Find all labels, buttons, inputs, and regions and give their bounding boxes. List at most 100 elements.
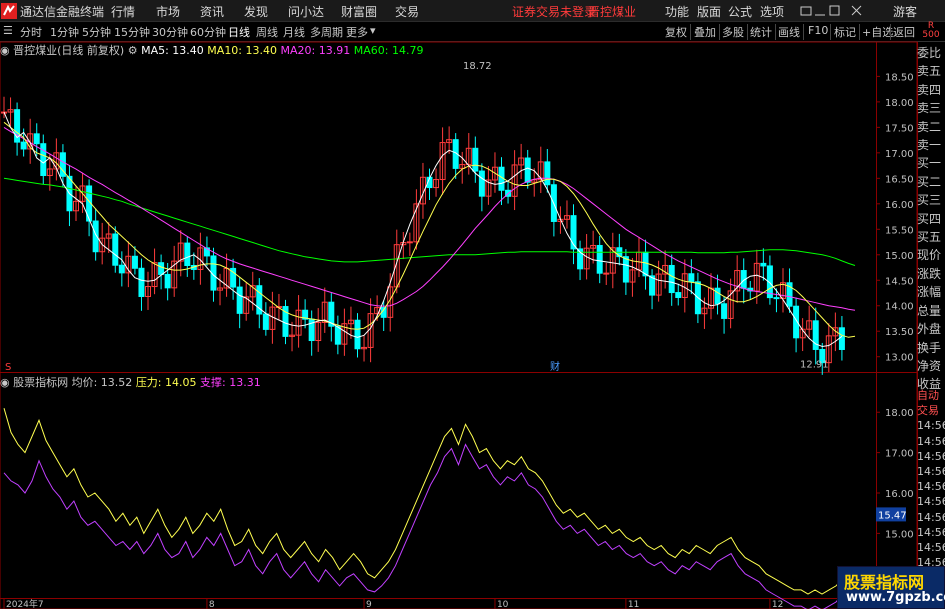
candle-body [544,161,551,186]
watermark-logo: 股票指标网 www.7gpzb.com [837,566,945,609]
y-tick-label: 14.50 [885,276,914,287]
ma20-label: MA20: 13.91 [280,44,351,57]
candle-body [642,251,649,277]
candle-body [262,313,269,330]
y-tick-label: 17.50 [885,123,914,134]
candle-body [184,242,191,266]
ind-y-tick-label: 17.00 [885,449,914,460]
y-tick-label: 13.00 [885,353,914,364]
y-tick-label: 17.00 [885,149,914,160]
quote-label: 涨幅 [917,285,942,300]
quote-label: 卖五 [917,64,942,79]
candle-body [478,170,485,197]
trade-label[interactable]: 自动 [917,388,945,403]
candle-body [472,147,479,172]
candle-body [406,241,413,244]
pressure-label: 压力: 14.05 [135,376,197,389]
y-tick-label: 16.00 [885,200,914,211]
quote-label: 委比 [917,46,942,60]
quote-label: 买五 [917,230,942,245]
candle-body [622,256,629,283]
quote-label: 净资 [917,358,942,373]
y-tick-label: 15.00 [885,251,914,262]
ind-y-tick-label: 18.00 [885,408,914,419]
trade-time: 14:56 [917,510,945,524]
ma-line-ma10 [3,121,856,338]
gear-icon[interactable]: ⚙ [128,44,138,57]
low-price-label: 12.91 [800,359,829,370]
quote-label: 总量 [917,303,942,318]
ma60-label: MA60: 14.79 [353,44,424,57]
candle-body [668,264,675,294]
ma10-label: MA10: 13.40 [207,44,278,57]
support-label: 支撑: 13.31 [200,376,261,389]
candle-body [236,286,243,314]
ind-y-tick-label: 16.00 [885,489,914,500]
candle-body [524,157,531,183]
signal-marker-s: S [5,362,11,373]
quote-label: 买一 [917,156,942,171]
trade-time: 14:56 [917,541,945,555]
candle-body [334,325,341,345]
candle-body [33,133,40,145]
date-label: 8 [209,600,215,609]
quote-label: 卖二 [917,119,942,134]
ma-legend: ◉ 晋控煤业(日线 前复权) ⚙ MA5: 13.40 MA10: 13.40 … [0,42,424,57]
ind-y-tick-label: 15.00 [885,529,914,540]
finance-marker: 财 [550,360,560,373]
indicator-title: 股票指标网 [13,376,69,389]
quote-label: 卖四 [917,82,942,97]
quote-label: 卖一 [917,138,942,153]
indicator-legend: ◉ 股票指标网 均价: 13.52 压力: 14.05 支撑: 13.31 [0,374,261,389]
ma-line-ma5 [3,111,843,348]
candle-body [773,297,780,300]
trade-time: 14:56 [917,495,945,509]
candle-body [164,273,171,289]
trade-time: 14:56 [917,434,945,448]
candle-body [158,262,165,275]
candle-body [112,233,119,266]
quote-label: 买二 [917,174,942,189]
candle-body [138,267,145,297]
indicator-collapse-icon[interactable]: ◉ [0,376,10,389]
quote-label: 买四 [917,211,942,226]
current-value-label: 15.47 [878,510,907,521]
quote-label: 外盘 [917,322,942,337]
kline-chart[interactable]: 18.50 18.00 17.50 17.00 16.50 16.00 15.50 15.00… [0,0,945,609]
date-label: 10 [497,600,509,609]
y-tick-label: 18.50 [885,72,914,83]
trade-time: 14:56 [917,480,945,494]
candle-body [760,262,767,267]
indicator-line [3,443,851,609]
trade-time: 14:56 [917,465,945,479]
trade-time: 14:56 [917,525,945,539]
quote-label: 卖三 [917,101,942,116]
candle-body [838,327,845,350]
candle-body [675,292,682,298]
candle-body [721,303,728,319]
indicator-line [3,408,851,595]
candle-body [596,244,603,274]
candle-body [354,319,361,350]
watermark-url: www.7gpzb.com [846,590,945,605]
quote-panel: 委比 卖五 卖四 卖三 卖二 卖一 买一 买二 买三 买四 买五 现价 涨跌 涨幅 总量 外盘 换手 净资 收益 [917,44,945,394]
y-tick-label: 15.50 [885,225,914,236]
high-price-label: 18.72 [463,61,492,72]
quote-label: 买三 [917,193,942,208]
quote-label: 涨跌 [917,266,942,281]
trade-time: 14:56 [917,449,945,463]
date-label: 9 [366,600,372,609]
candle-body [603,272,610,275]
avg-label: 均价: 13.52 [71,376,133,389]
chart-frame [0,41,918,609]
candle-body [20,141,27,150]
quote-label: 现价 [917,248,942,263]
candle-body [131,255,138,269]
date-label: 12 [772,600,783,609]
trade-label[interactable]: 交易 [917,403,945,418]
ma5-label: MA5: 13.40 [141,44,204,57]
trade-time: 14:56 [917,419,945,433]
chart-collapse-icon[interactable]: ◉ [0,44,10,57]
stock-title: 晋控煤业(日线 前复权) [13,44,125,57]
candle-body [118,264,125,274]
